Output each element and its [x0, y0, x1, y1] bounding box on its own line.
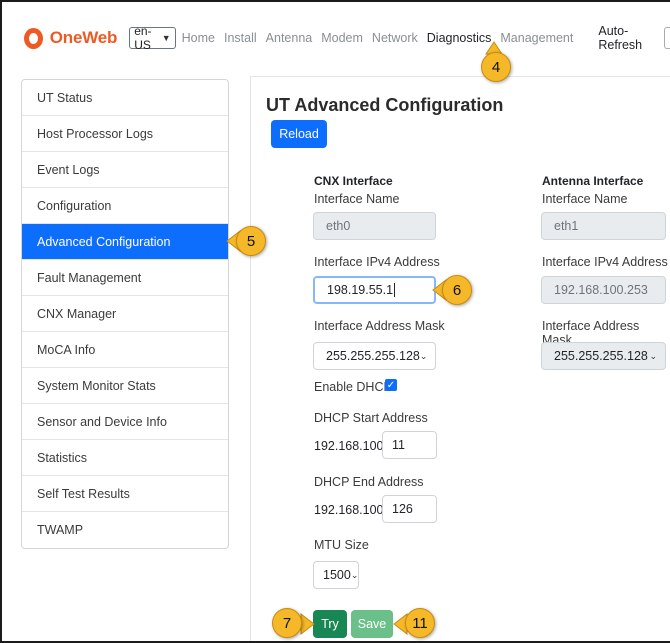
dhcp-start-input[interactable]: 11 — [382, 431, 437, 459]
cnx-mask-label: Interface Address Mask — [314, 319, 445, 333]
oneweb-logo-icon — [24, 27, 43, 49]
dhcp-end-prefix: 192.168.100. — [314, 503, 387, 517]
sidebar-item-sensor-device-info[interactable]: Sensor and Device Info — [22, 404, 228, 440]
sidebar-item-host-processor-logs[interactable]: Host Processor Logs — [22, 116, 228, 152]
reload-button[interactable]: Reload — [271, 120, 327, 148]
sidebar-item-cnx-manager[interactable]: CNX Manager — [22, 296, 228, 332]
cnx-interface-heading: CNX Interface — [314, 174, 393, 188]
language-value: en-US — [134, 24, 152, 52]
nav-modem[interactable]: Modem — [321, 31, 363, 45]
callout-badge-7: 7 — [272, 608, 302, 638]
antenna-mask-select: 255.255.255.128 ⌄ — [541, 342, 666, 370]
nav-network[interactable]: Network — [372, 31, 418, 45]
language-select[interactable]: en-US ▼ — [129, 24, 176, 52]
chevron-down-icon: ⌄ — [350, 569, 359, 580]
screenshot-frame: OneWeb en-US ▼ Home Install Antenna Mode… — [0, 0, 670, 643]
nav-links: Home Install Antenna Modem Network Diagn… — [182, 31, 583, 45]
dhcp-end-label: DHCP End Address — [314, 475, 424, 489]
sidebar-item-configuration[interactable]: Configuration — [22, 188, 228, 224]
nav-antenna[interactable]: Antenna — [266, 31, 313, 45]
cnx-ipv4-label: Interface IPv4 Address — [314, 255, 440, 269]
cnx-interface-name-label: Interface Name — [314, 192, 400, 206]
enable-dhcp-label: Enable DHCP — [314, 380, 392, 394]
sidebar-item-ut-status[interactable]: UT Status — [22, 80, 228, 116]
cnx-ipv4-input[interactable]: 198.19.55.1 — [313, 276, 436, 304]
save-button[interactable]: Save — [351, 610, 393, 638]
chevron-down-icon: ▼ — [161, 33, 171, 43]
callout-badge-4: 4 — [481, 52, 511, 82]
text-cursor — [394, 283, 396, 297]
sidebar-item-system-monitor-stats[interactable]: System Monitor Stats — [22, 368, 228, 404]
brand-name[interactable]: OneWeb — [50, 28, 118, 48]
antenna-interface-name-label: Interface Name — [542, 192, 628, 206]
callout-badge-11: 11 — [405, 608, 435, 638]
cnx-interface-name-field: eth0 — [313, 212, 436, 240]
top-navbar: OneWeb en-US ▼ Home Install Antenna Mode… — [12, 18, 670, 58]
content-left-border — [250, 76, 251, 641]
dhcp-start-prefix: 192.168.100. — [314, 439, 387, 453]
auto-refresh-label: Auto-Refresh — [598, 24, 643, 52]
antenna-interface-heading: Antenna Interface — [542, 174, 644, 188]
sidebar-item-advanced-configuration[interactable]: Advanced Configuration — [22, 224, 228, 260]
cnx-interface-name-value: eth0 — [326, 219, 351, 233]
chevron-down-icon: ⌄ — [649, 350, 657, 361]
dhcp-end-input[interactable]: 126 — [382, 495, 437, 523]
mtu-size-select[interactable]: 1500 ⌄ — [313, 561, 359, 589]
chevron-down-icon: ⌄ — [419, 350, 428, 361]
sidebar-item-self-test-results[interactable]: Self Test Results — [22, 476, 228, 512]
content-top-border — [250, 76, 670, 77]
antenna-mask-value: 255.255.255.128 — [554, 349, 648, 363]
dhcp-start-value: 11 — [392, 438, 405, 452]
sidebar-item-twamp[interactable]: TWAMP — [22, 512, 228, 548]
diagnostics-sidebar: UT Status Host Processor Logs Event Logs… — [21, 79, 229, 549]
antenna-interface-name-value: eth1 — [554, 219, 579, 233]
dhcp-start-label: DHCP Start Address — [314, 411, 428, 425]
sidebar-item-moca-info[interactable]: MoCA Info — [22, 332, 228, 368]
cnx-ipv4-value: 198.19.55.1 — [327, 283, 394, 297]
antenna-ipv4-value: 192.168.100.253 — [554, 283, 648, 297]
mtu-size-label: MTU Size — [314, 538, 369, 552]
auto-refresh-select[interactable] — [663, 27, 670, 49]
callout-badge-6: 6 — [442, 275, 472, 305]
sidebar-item-fault-management[interactable]: Fault Management — [22, 260, 228, 296]
nav-install[interactable]: Install — [224, 31, 257, 45]
cnx-mask-select[interactable]: 255.255.255.128 ⌄ — [313, 342, 436, 370]
sidebar-item-statistics[interactable]: Statistics — [22, 440, 228, 476]
sidebar-item-event-logs[interactable]: Event Logs — [22, 152, 228, 188]
page-title: UT Advanced Configuration — [266, 95, 504, 115]
antenna-ipv4-label: Interface IPv4 Address — [542, 255, 668, 269]
antenna-interface-name-field: eth1 — [541, 212, 666, 240]
antenna-ipv4-field: 192.168.100.253 — [541, 276, 666, 304]
callout-badge-5: 5 — [236, 226, 266, 256]
cnx-mask-value: 255.255.255.128 — [326, 349, 420, 363]
mtu-size-value: 1500 — [323, 568, 351, 582]
nav-home[interactable]: Home — [182, 31, 215, 45]
enable-dhcp-checkbox[interactable]: ✓ — [385, 379, 397, 391]
dhcp-end-value: 126 — [392, 502, 413, 516]
